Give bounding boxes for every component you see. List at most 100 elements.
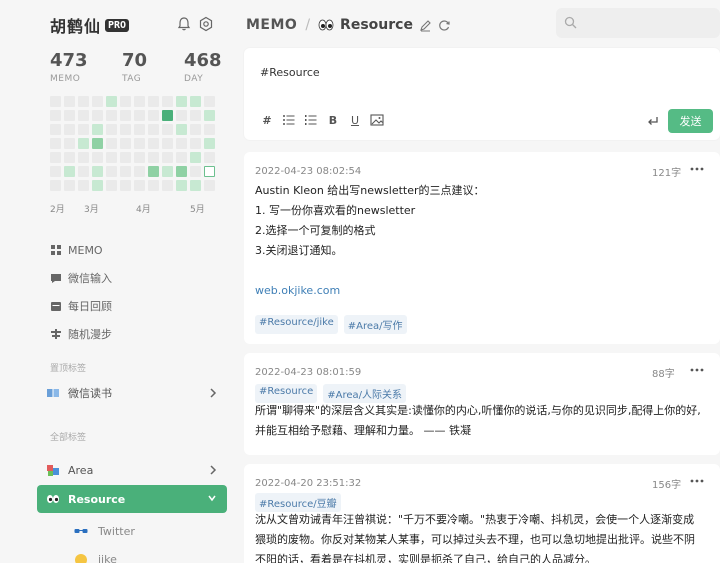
- nav-item-random-walk[interactable]: 随机漫步: [50, 320, 220, 348]
- heatmap-cell[interactable]: [162, 180, 173, 191]
- heatmap-cell[interactable]: [92, 152, 103, 163]
- heatmap-cell[interactable]: [134, 124, 145, 135]
- heatmap-cell[interactable]: [78, 166, 89, 177]
- heatmap-cell[interactable]: [106, 166, 117, 177]
- refresh-icon[interactable]: [438, 19, 451, 32]
- heatmap-cell[interactable]: [148, 166, 159, 177]
- heatmap-cell[interactable]: [134, 96, 145, 107]
- heatmap-cell[interactable]: [78, 138, 89, 149]
- heatmap-cell[interactable]: [92, 124, 103, 135]
- heatmap-cell[interactable]: [162, 166, 173, 177]
- image-icon[interactable]: [370, 113, 384, 127]
- pinned-tag-weread[interactable]: 微信读书: [46, 380, 222, 406]
- heatmap-cell[interactable]: [120, 138, 131, 149]
- heatmap-cell[interactable]: [190, 110, 201, 121]
- heatmap-cell[interactable]: [64, 166, 75, 177]
- heatmap-cell[interactable]: [204, 180, 215, 191]
- tag-chip[interactable]: #Area/写作: [343, 315, 407, 334]
- underline-button[interactable]: U: [348, 113, 362, 127]
- chevron-right-icon[interactable]: [208, 387, 218, 399]
- subtag-twitter[interactable]: Twitter: [74, 518, 135, 544]
- memo-editor[interactable]: #Resource # B U 发送: [244, 48, 720, 140]
- heatmap-cell[interactable]: [64, 180, 75, 191]
- heatmap-cell[interactable]: [176, 124, 187, 135]
- heatmap-cell[interactable]: [190, 124, 201, 135]
- heatmap-cell[interactable]: [92, 138, 103, 149]
- heatmap-cell[interactable]: [162, 152, 173, 163]
- memo-link[interactable]: web.okjike.com: [255, 281, 715, 301]
- nav-item-daily-review[interactable]: 每日回顾: [50, 292, 220, 320]
- heatmap-cell[interactable]: [204, 166, 215, 177]
- heatmap-cell[interactable]: [148, 180, 159, 191]
- search-input[interactable]: [582, 13, 712, 33]
- heatmap-cell[interactable]: [106, 110, 117, 121]
- heatmap-cell[interactable]: [190, 138, 201, 149]
- more-icon[interactable]: [690, 164, 704, 174]
- more-icon[interactable]: [690, 476, 704, 486]
- heatmap-cell[interactable]: [92, 96, 103, 107]
- editor-content[interactable]: #Resource: [260, 66, 320, 79]
- heatmap-cell[interactable]: [134, 138, 145, 149]
- nav-item-wechat-input[interactable]: 微信输入: [50, 264, 220, 292]
- heatmap-cell[interactable]: [134, 152, 145, 163]
- heatmap-cell[interactable]: [50, 180, 61, 191]
- chevron-right-icon[interactable]: [208, 464, 218, 476]
- heatmap-cell[interactable]: [50, 110, 61, 121]
- heatmap-cell[interactable]: [148, 124, 159, 135]
- heatmap-cell[interactable]: [204, 124, 215, 135]
- heatmap-cell[interactable]: [92, 166, 103, 177]
- heatmap-cell[interactable]: [162, 124, 173, 135]
- heatmap-cell[interactable]: [204, 152, 215, 163]
- bullet-list-icon[interactable]: [282, 113, 296, 127]
- heatmap-cell[interactable]: [120, 180, 131, 191]
- heatmap-cell[interactable]: [64, 96, 75, 107]
- subtag-jike[interactable]: jike: [74, 546, 117, 563]
- chevron-down-icon[interactable]: [207, 492, 217, 504]
- heatmap-cell[interactable]: [106, 96, 117, 107]
- bell-icon[interactable]: [176, 16, 192, 32]
- heatmap-cell[interactable]: [176, 110, 187, 121]
- gear-icon[interactable]: [198, 16, 214, 32]
- heatmap-cell[interactable]: [176, 166, 187, 177]
- heatmap-cell[interactable]: [50, 96, 61, 107]
- heatmap-cell[interactable]: [106, 124, 117, 135]
- heatmap-cell[interactable]: [120, 110, 131, 121]
- heatmap-cell[interactable]: [64, 138, 75, 149]
- heatmap-cell[interactable]: [50, 152, 61, 163]
- heatmap-cell[interactable]: [162, 110, 173, 121]
- bold-button[interactable]: B: [326, 113, 340, 127]
- heatmap-cell[interactable]: [106, 152, 117, 163]
- heatmap-cell[interactable]: [92, 110, 103, 121]
- heatmap-cell[interactable]: [134, 110, 145, 121]
- tag-chip[interactable]: #Resource/jike: [255, 315, 338, 334]
- edit-icon[interactable]: [419, 19, 432, 32]
- heatmap-cell[interactable]: [120, 152, 131, 163]
- heatmap-cell[interactable]: [148, 96, 159, 107]
- heatmap-cell[interactable]: [50, 124, 61, 135]
- heatmap-cell[interactable]: [78, 180, 89, 191]
- heatmap-cell[interactable]: [204, 110, 215, 121]
- heatmap-cell[interactable]: [204, 96, 215, 107]
- heatmap-cell[interactable]: [64, 110, 75, 121]
- nav-item-memo[interactable]: MEMO: [50, 236, 220, 264]
- search-box[interactable]: [556, 8, 720, 38]
- heatmap-cell[interactable]: [190, 180, 201, 191]
- heatmap-cell[interactable]: [78, 96, 89, 107]
- heatmap-cell[interactable]: [78, 124, 89, 135]
- heatmap-cell[interactable]: [148, 138, 159, 149]
- heatmap-cell[interactable]: [176, 96, 187, 107]
- numbered-list-icon[interactable]: [304, 113, 318, 127]
- tag-area[interactable]: Area: [46, 457, 222, 483]
- more-icon[interactable]: [690, 365, 704, 375]
- heatmap-cell[interactable]: [78, 110, 89, 121]
- heatmap-cell[interactable]: [120, 96, 131, 107]
- heatmap-cell[interactable]: [120, 124, 131, 135]
- heatmap-cell[interactable]: [176, 152, 187, 163]
- heatmap-cell[interactable]: [162, 96, 173, 107]
- heatmap-cell[interactable]: [50, 166, 61, 177]
- heatmap-cell[interactable]: [204, 138, 215, 149]
- heatmap-cell[interactable]: [134, 180, 145, 191]
- heatmap-cell[interactable]: [64, 124, 75, 135]
- heatmap-cell[interactable]: [190, 96, 201, 107]
- tag-resource[interactable]: Resource: [37, 485, 227, 513]
